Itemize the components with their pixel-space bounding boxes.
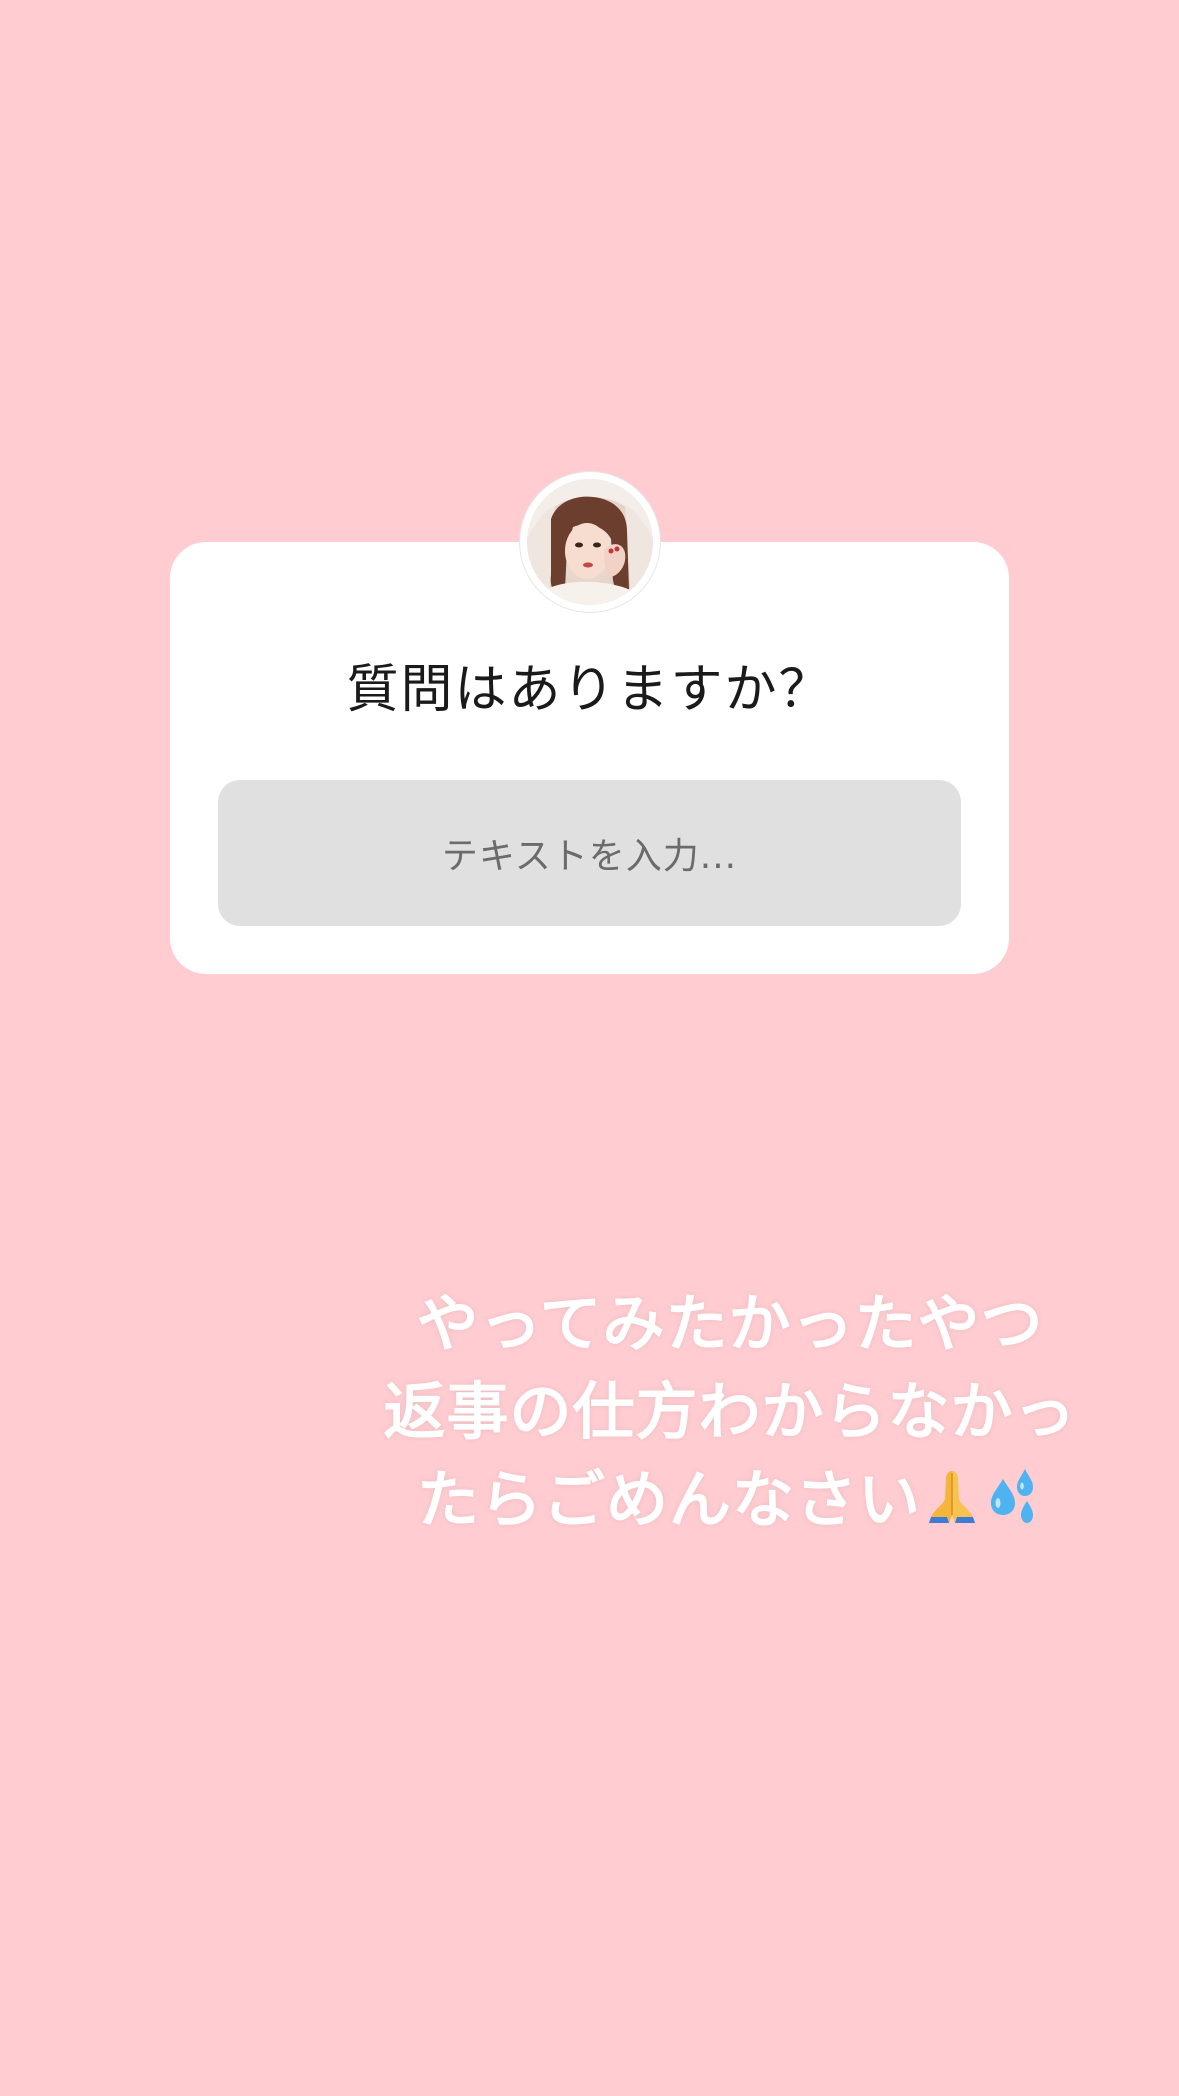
- answer-input-placeholder: テキストを入力...: [441, 836, 738, 877]
- sweat-droplets-icon: [983, 1462, 1043, 1550]
- caption-line-1: やってみたかったやつ: [416, 1287, 1044, 1360]
- caption-line-2: 返事の仕方わからなかっ: [383, 1375, 1077, 1448]
- caption-line-3: たらごめんなさい: [380, 1456, 1080, 1550]
- question-prompt: 質問はありますか？: [346, 660, 833, 720]
- answer-input[interactable]: テキストを入力...: [218, 780, 961, 926]
- profile-avatar[interactable]: [520, 472, 660, 612]
- folded-hands-icon: [921, 1462, 983, 1550]
- story-caption: やってみたかったやつ 返事の仕方わからなかっ たらごめんなさい: [380, 1280, 1080, 1550]
- avatar-image: [527, 479, 653, 605]
- caption-line-3-text: たらごめんなさい: [416, 1463, 921, 1536]
